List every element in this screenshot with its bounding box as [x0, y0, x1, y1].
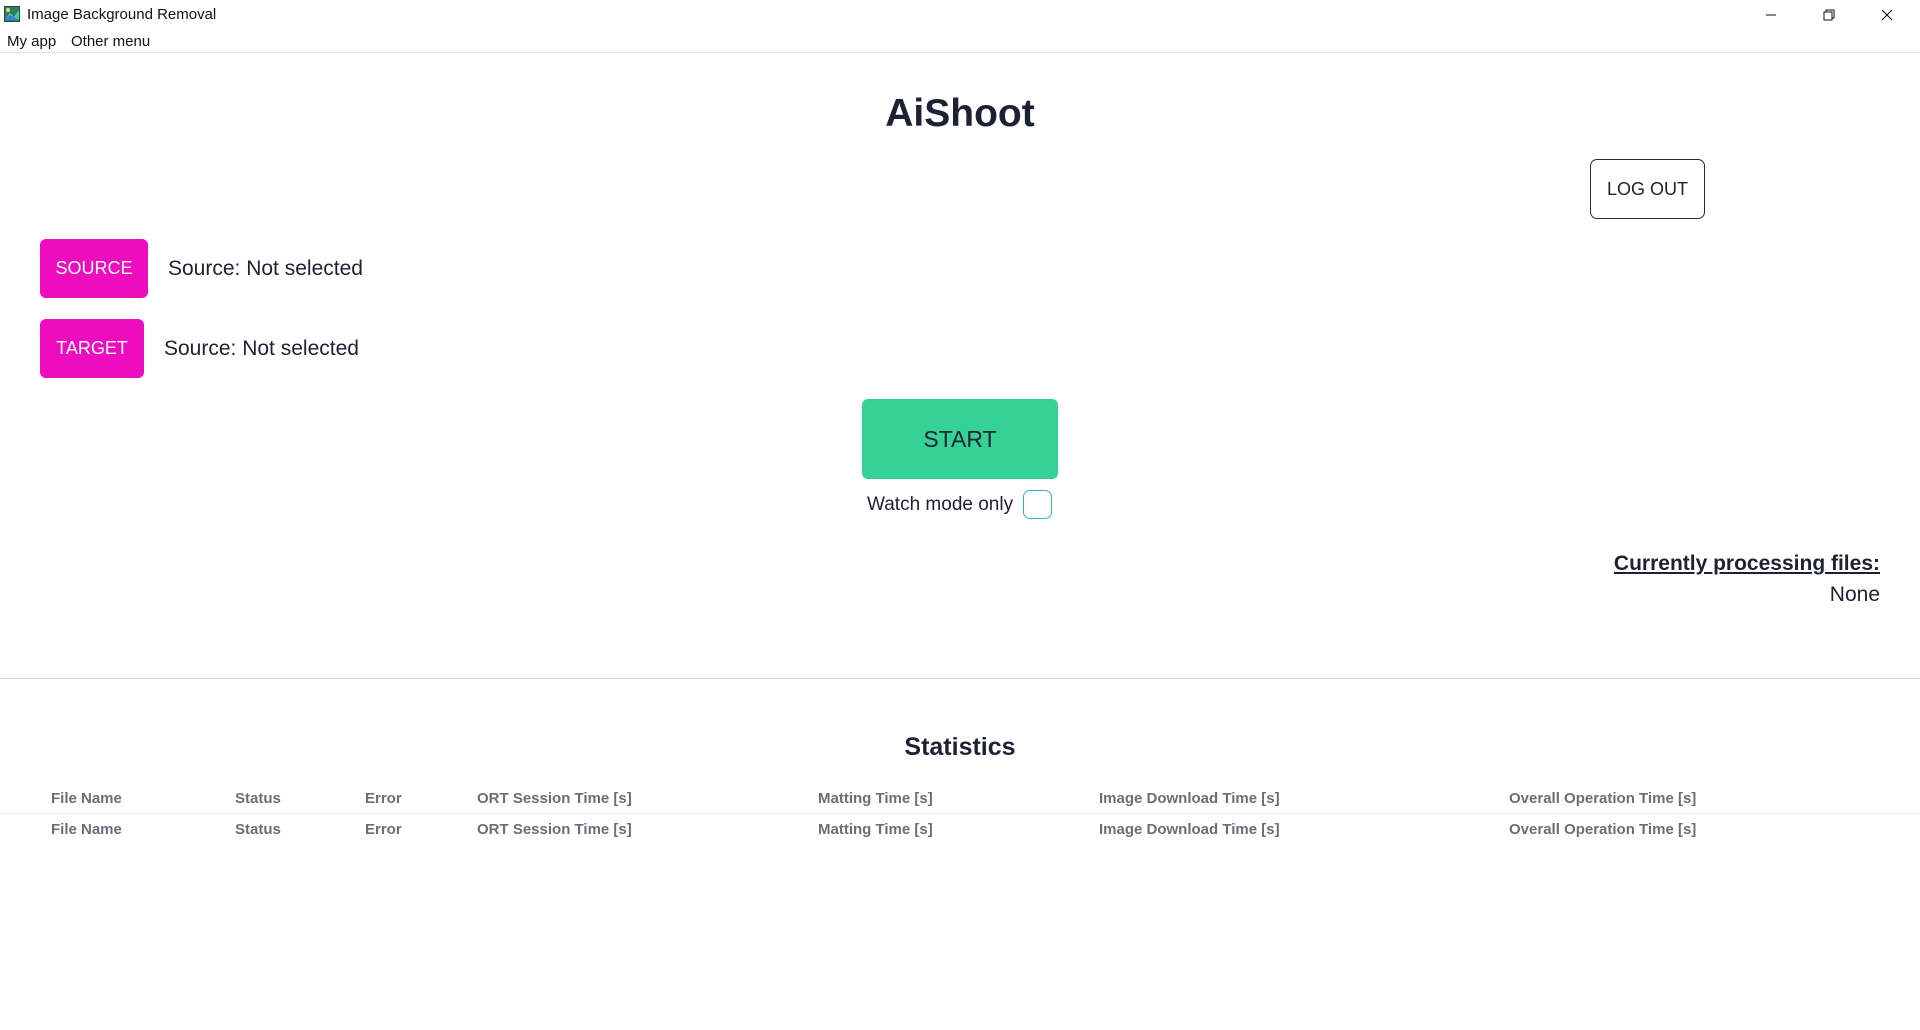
column-header: Image Download Time [s]	[1099, 790, 1280, 807]
source-status: Source: Not selected	[168, 257, 363, 280]
column-header: ORT Session Time [s]	[477, 790, 632, 807]
processing-value: None	[1829, 583, 1880, 606]
table-cell: Overall Operation Time [s]	[1509, 821, 1697, 838]
column-header: Error	[365, 790, 402, 807]
table-cell: Matting Time [s]	[818, 821, 933, 838]
minimize-button[interactable]	[1742, 0, 1800, 30]
menu-my-app[interactable]: My app	[7, 33, 56, 50]
column-header: Status	[235, 790, 281, 807]
page-title: AiShoot	[885, 92, 1035, 135]
source-button[interactable]: SOURCE	[40, 239, 148, 298]
title-bar: Image Background Removal	[0, 0, 1920, 30]
close-button[interactable]	[1858, 0, 1916, 30]
column-header: Matting Time [s]	[818, 790, 933, 807]
divider	[0, 678, 1920, 679]
restore-button[interactable]	[1800, 0, 1858, 30]
target-status: Source: Not selected	[164, 337, 359, 360]
processing-heading: Currently processing files:	[1613, 552, 1880, 575]
start-button[interactable]: START	[862, 399, 1058, 479]
column-header: Overall Operation Time [s]	[1509, 790, 1697, 807]
restore-icon	[1823, 9, 1835, 21]
close-icon	[1881, 9, 1893, 21]
table-cell: Status	[235, 821, 281, 838]
window-title: Image Background Removal	[27, 6, 217, 23]
app-image-icon	[4, 6, 20, 22]
menu-bar: My app Other menu	[0, 30, 1920, 53]
table-cell: Image Download Time [s]	[1099, 821, 1280, 838]
table-header-row: File Name Status Error ORT Session Time …	[0, 784, 1920, 814]
watch-mode-label: Watch mode only	[867, 494, 1014, 515]
menu-other[interactable]: Other menu	[71, 33, 150, 50]
table-cell: Error	[365, 821, 402, 838]
logout-button[interactable]: LOG OUT	[1590, 159, 1705, 219]
watch-mode-checkbox[interactable]	[1023, 490, 1052, 519]
table-row: File Name Status Error ORT Session Time …	[0, 815, 1920, 845]
minimize-icon	[1766, 14, 1776, 16]
target-button[interactable]: TARGET	[40, 319, 144, 378]
table-cell: ORT Session Time [s]	[477, 821, 632, 838]
table-cell: File Name	[51, 821, 122, 838]
column-header: File Name	[51, 790, 122, 807]
statistics-heading: Statistics	[904, 733, 1016, 761]
